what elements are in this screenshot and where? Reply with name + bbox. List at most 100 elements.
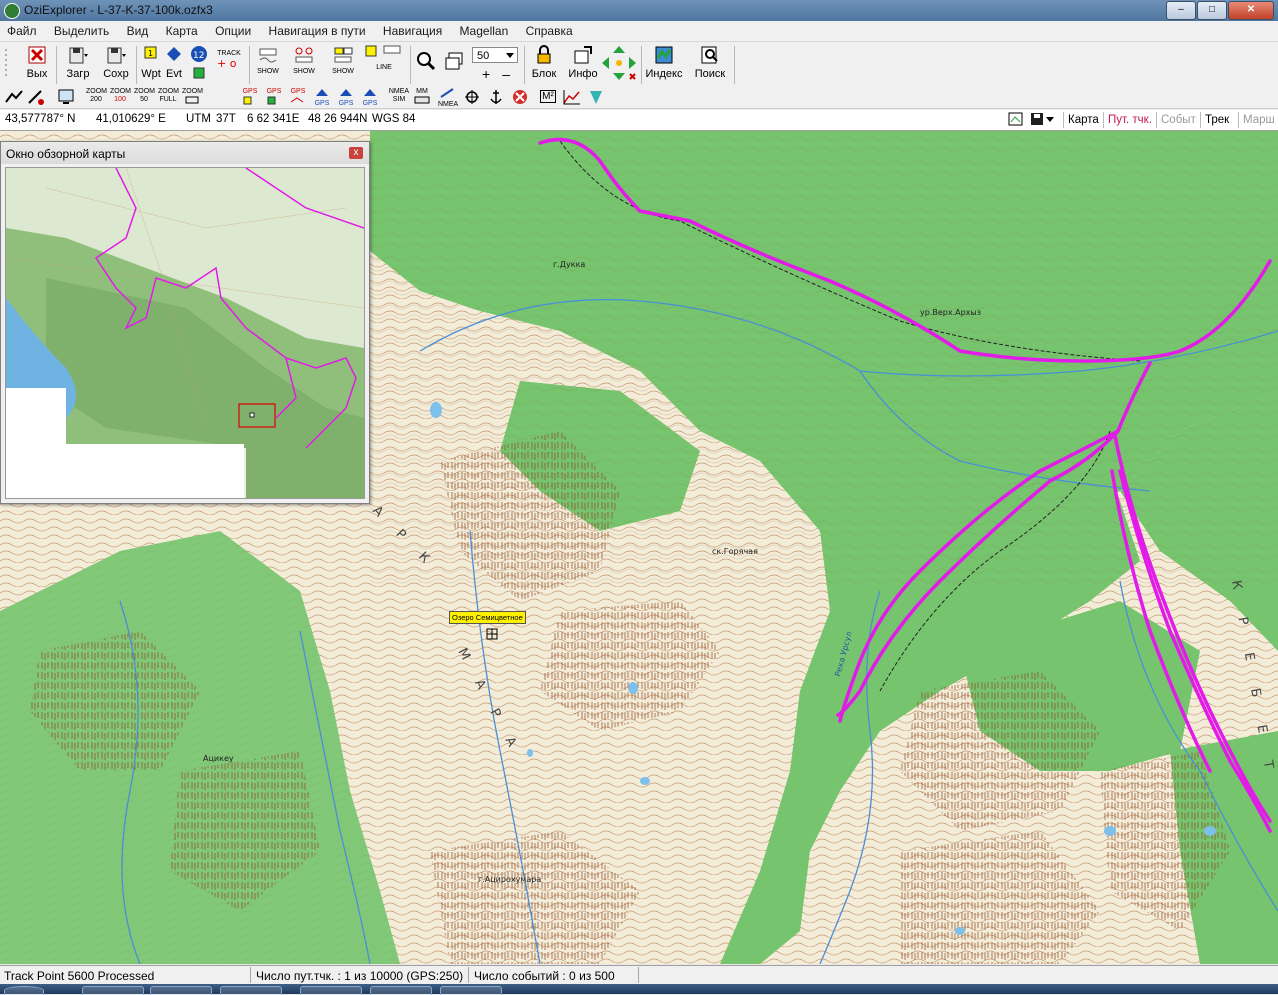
zoom-select[interactable]: 50	[472, 47, 518, 63]
title-bar: OziExplorer - L-37-K-37-100k.ozfx3 – □ ✕	[0, 0, 1278, 21]
lock-button[interactable]: Блок	[528, 44, 560, 80]
tab-waypoints[interactable]: Пут. тчк.	[1103, 112, 1156, 128]
balloon-button[interactable]	[586, 88, 606, 106]
names-show-icon	[334, 47, 353, 63]
info-button[interactable]: Инфо	[566, 44, 600, 80]
gps-upload-track-icon	[364, 89, 376, 96]
tools-button[interactable]	[26, 88, 46, 106]
gps-waypoints-button[interactable]: GPS	[240, 88, 260, 106]
app-icon	[4, 3, 20, 19]
tab-tracks[interactable]: Трек	[1200, 112, 1233, 128]
tab-events[interactable]: Событ	[1156, 112, 1200, 128]
status-bar: Track Point 5600 Processed Число пут.тчк…	[0, 965, 1278, 985]
alarm-button[interactable]	[510, 88, 530, 106]
save-map-button[interactable]	[1030, 112, 1058, 127]
zoom-out-icon[interactable]: –	[502, 66, 510, 82]
tab-routes[interactable]: Марш	[1238, 112, 1278, 128]
search-icon	[701, 46, 718, 64]
map-image-icon	[1008, 112, 1023, 126]
zoom-box-button[interactable]: ZOOM	[182, 88, 203, 106]
overview-close-icon[interactable]: x	[349, 147, 363, 159]
zoom-200-button[interactable]: ZOOM 200	[86, 88, 107, 106]
utm-label: UTM	[186, 113, 211, 125]
zoom-stepper[interactable]: + –	[474, 66, 518, 82]
gps-routes-button[interactable]: GPS	[264, 88, 284, 106]
minimize-button[interactable]: –	[1166, 1, 1196, 20]
waypoint-icon: 1	[144, 46, 157, 59]
lock-icon	[537, 45, 551, 64]
line-button[interactable]: LINE	[362, 44, 406, 71]
show-waypoints-button[interactable]: SHOW	[289, 44, 319, 75]
move-map-button[interactable]	[4, 88, 24, 106]
gps-tracks-button[interactable]: GPS	[288, 88, 308, 106]
map-label-atsikeu: Ацикеу	[203, 754, 234, 763]
menu-help[interactable]: Справка	[519, 21, 580, 41]
zoom-in-icon[interactable]: +	[482, 66, 490, 82]
search-button[interactable]: Поиск	[692, 44, 728, 80]
close-button[interactable]: ✕	[1228, 1, 1274, 20]
index-button[interactable]: Индекс	[644, 44, 684, 80]
toolbar-separator	[641, 46, 642, 84]
status-divider	[250, 967, 251, 983]
menu-navigation[interactable]: Навигация	[376, 21, 449, 41]
crosshair-button[interactable]	[462, 88, 482, 106]
zoom-full-button[interactable]: ZOOM FULL	[158, 88, 179, 106]
nmea-sim-button[interactable]: NMEA SIM	[388, 88, 410, 106]
taskbar	[0, 984, 1278, 995]
event-button[interactable]: Evt	[163, 44, 185, 80]
profile-button[interactable]	[562, 88, 582, 106]
screen-button[interactable]	[56, 88, 76, 106]
map-image-button[interactable]	[1008, 112, 1024, 127]
magnifier-button[interactable]	[414, 44, 438, 72]
overview-map[interactable]	[5, 167, 365, 499]
event-label: Evt	[166, 68, 182, 80]
anchor-button[interactable]	[486, 88, 506, 106]
show-label-1: SHOW	[257, 68, 279, 75]
save-label: Сохр	[103, 68, 129, 80]
mm-icon	[414, 96, 430, 104]
load-button[interactable]: Загр	[62, 44, 94, 80]
menu-options[interactable]: Опции	[208, 21, 258, 41]
menu-magellan[interactable]: Magellan	[453, 21, 516, 41]
exit-button[interactable]: Вых	[22, 44, 52, 80]
toolbar-separator	[56, 46, 57, 84]
maximize-button[interactable]: □	[1197, 1, 1227, 20]
window-map-button[interactable]	[442, 44, 466, 72]
nmea-button[interactable]: NMEA	[438, 88, 458, 108]
waypoint-list-button[interactable]: 12	[188, 44, 210, 83]
overview-header[interactable]: Окно обзорной карты x	[1, 142, 369, 164]
menu-view[interactable]: Вид	[120, 21, 156, 41]
waypoint-marker-icon[interactable]	[486, 628, 498, 640]
waypoint-button[interactable]: 1 Wpt	[140, 44, 162, 80]
overview-map-image	[6, 168, 364, 498]
overview-window[interactable]: Окно обзорной карты x	[0, 141, 370, 504]
anchor-icon	[490, 90, 502, 104]
pan-control[interactable]	[600, 44, 638, 85]
menu-moving-map[interactable]: Навигация в пути	[262, 21, 373, 41]
tab-map[interactable]: Карта	[1063, 112, 1103, 128]
track-points-icon: + o	[217, 57, 237, 70]
zoom-200-label: 200	[90, 96, 102, 103]
show-names-button[interactable]: SHOW	[328, 44, 358, 75]
menu-bar: Файл Выделить Вид Карта Опции Навигация …	[0, 21, 1278, 42]
menu-file[interactable]: Файл	[0, 21, 44, 41]
toolbar-separator	[524, 46, 525, 84]
gps-upload-wpt-button[interactable]: GPS	[312, 88, 332, 107]
info-icon	[574, 46, 592, 64]
track-button[interactable]: TRACK + o	[214, 44, 244, 71]
move-map-icon	[5, 90, 23, 103]
moving-map-button[interactable]: MM	[412, 88, 432, 106]
waypoint-marker-label[interactable]: Озеро Семицветное	[449, 611, 526, 624]
save-button[interactable]: Сохр	[100, 44, 132, 80]
zoom-50-button[interactable]: ZOOM 50	[134, 88, 155, 106]
show-track-button[interactable]: SHOW	[253, 44, 283, 75]
gps-upload-route-button[interactable]: GPS	[336, 88, 356, 107]
menu-map[interactable]: Карта	[159, 21, 205, 41]
load-label: Загр	[66, 68, 90, 80]
gps-label-4: GPS	[314, 100, 330, 107]
menu-select[interactable]: Выделить	[47, 21, 116, 41]
overview-title: Окно обзорной карты	[6, 147, 126, 161]
zoom-100-button[interactable]: ZOOM 100	[110, 88, 131, 106]
gps-upload-track-button[interactable]: GPS	[360, 88, 380, 107]
area-button[interactable]: M²	[538, 88, 558, 106]
